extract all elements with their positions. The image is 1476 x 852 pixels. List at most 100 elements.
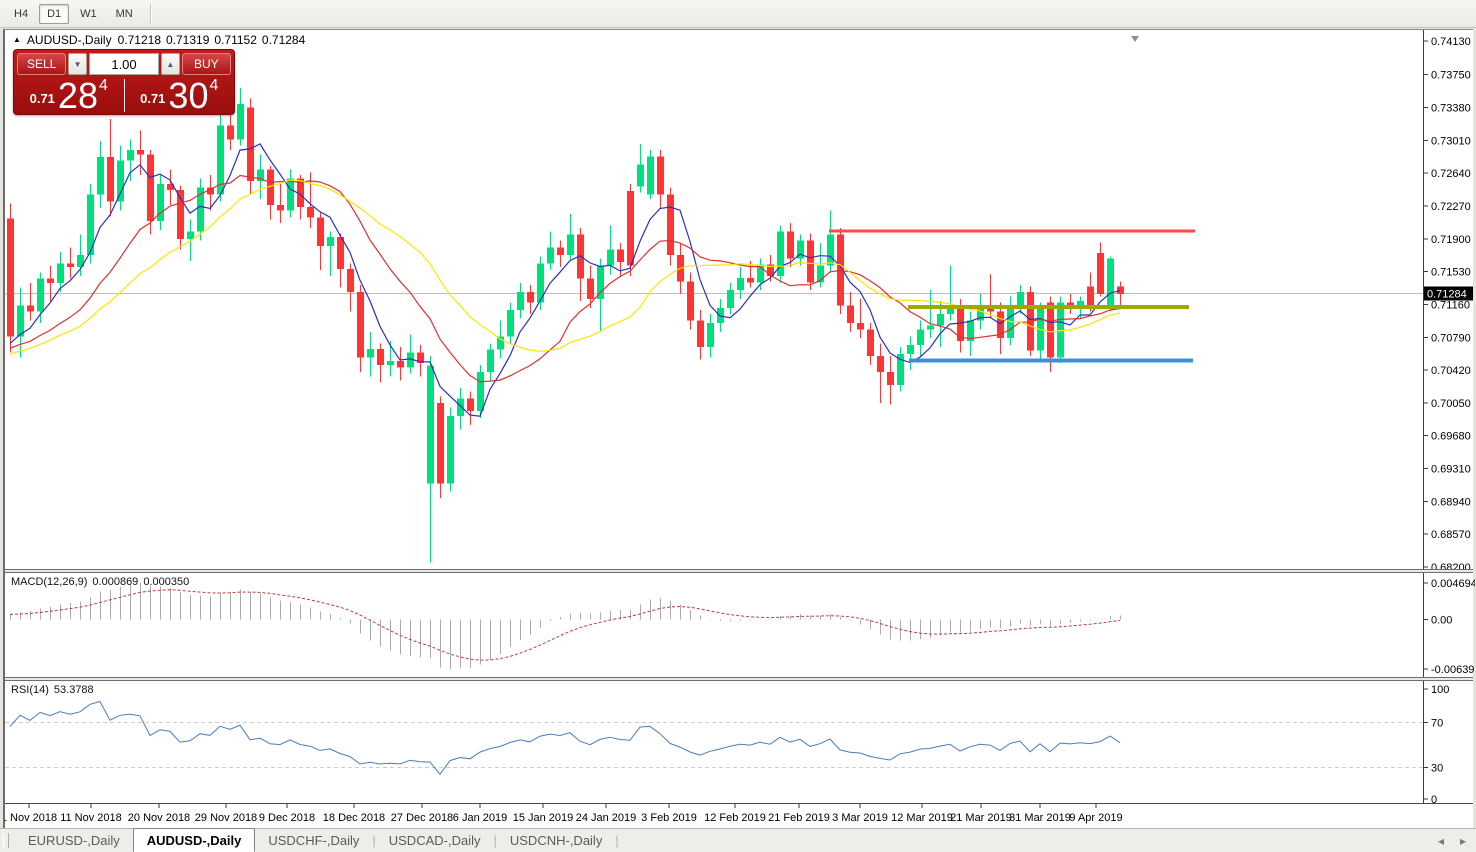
tab-scroll-right-icon[interactable]: ▸ (1460, 834, 1466, 848)
main-chart-pane: 0.74130 0.73750 0.73380 0.73010 0.72640 0.722… (5, 30, 1473, 569)
macd-axis-label: 0.00 (1431, 614, 1452, 626)
price-axis-label: 0.73010 (1431, 135, 1471, 147)
ohlc-high: 0.71319 (166, 33, 209, 47)
rsi-axis-label: 100 (1431, 684, 1449, 696)
buy-price-point: 4 (209, 77, 218, 94)
volume-increase-button[interactable]: ▲ (161, 53, 180, 75)
tab-scroll-left-icon[interactable]: ◂ (1438, 834, 1444, 848)
symbol-info-line: ▲ AUDUSD-,Daily 0.71218 0.71319 0.71152 … (13, 33, 305, 47)
date-axis-label: 18 Dec 2018 (323, 812, 385, 824)
volume-input[interactable] (89, 53, 159, 75)
sell-price-prefix: 0.71 (30, 91, 55, 106)
ohlc-low: 0.71152 (214, 33, 257, 47)
hline-resistance[interactable] (829, 229, 1195, 232)
date-axis-label: 3 Mar 2019 (832, 812, 888, 824)
price-axis-label: 0.70790 (1431, 332, 1471, 344)
hline-pivot[interactable] (908, 305, 1189, 309)
macd-label: MACD(12,26,9) 0.000869 0.000350 (11, 576, 189, 588)
volume-decrease-button[interactable]: ▼ (68, 53, 87, 75)
rsi-line (10, 702, 1120, 775)
price-axis-label: 0.71900 (1431, 234, 1471, 246)
price-axis-label: 0.71530 (1431, 267, 1471, 279)
buy-price-pips: 30 (168, 79, 208, 112)
date-axis-label: 31 Mar 2019 (1009, 812, 1071, 824)
price-axis-label: 0.69310 (1431, 464, 1471, 476)
ohlc-close: 0.71284 (262, 33, 305, 47)
ohlc-open: 0.71218 (118, 33, 161, 47)
macd-pane: 0.004694 0.00 -0.00639 MACD(12,26,9) 0.000… (5, 573, 1473, 677)
sell-price-point: 4 (99, 77, 108, 94)
macd-axis-label: 0.004694 (1431, 578, 1475, 590)
chart-tab-usdchf[interactable]: USDCHF-,Daily (255, 829, 372, 852)
panel-collapse-icon[interactable]: ▲ (13, 36, 21, 44)
date-axis-label: 1 Nov 2018 (5, 812, 57, 824)
rsi-axis-label: 70 (1431, 718, 1443, 730)
price-axis-label: 0.71160 (1431, 299, 1470, 311)
price-axis-label: 0.73750 (1431, 70, 1471, 82)
date-axis-label: 3 Feb 2019 (641, 812, 697, 824)
chart-tab-audusd[interactable]: AUDUSD-,Daily (133, 828, 256, 852)
buy-button[interactable]: BUY (182, 53, 231, 75)
buy-price-prefix: 0.71 (140, 91, 165, 106)
macd-axis-label: -0.00639 (1431, 664, 1474, 676)
price-axis-label: 0.72640 (1431, 168, 1471, 180)
price-axis-label: 0.69680 (1431, 431, 1471, 443)
sell-button[interactable]: SELL (17, 53, 66, 75)
chart-tab-eurusd[interactable]: EURUSD-,Daily (15, 829, 133, 852)
date-axis-label: 24 Jan 2019 (576, 812, 637, 824)
period-button-d1[interactable]: D1 (39, 4, 69, 24)
ma-mid-line (10, 176, 1120, 382)
price-axis-label: 0.70050 (1431, 398, 1471, 410)
toolbar-separator (150, 4, 152, 24)
date-axis-label: 12 Mar 2019 (891, 812, 953, 824)
chart-tab-usdcnh[interactable]: USDCNH-,Daily (497, 829, 615, 852)
date-axis-label: 6 Jan 2019 (453, 812, 507, 824)
rsi-value: 53.3788 (54, 684, 94, 696)
chart-tab-usdcad[interactable]: USDCAD-,Daily (376, 829, 494, 852)
rsi-canvas[interactable]: 100 70 30 0 (5, 681, 1475, 803)
rsi-axis-label: 30 (1431, 762, 1443, 774)
rsi-axis-label: 0 (1431, 794, 1437, 803)
price-axis-label: 0.70420 (1431, 365, 1471, 377)
date-axis-label: 15 Jan 2019 (513, 812, 574, 824)
chart-tab-bar: EURUSD-,DailyAUDUSD-,DailyUSDCHF-,Daily |… (0, 828, 1476, 852)
sell-price-pips: 28 (58, 79, 98, 112)
one-click-trading-panel: SELL ▼ ▲ BUY 0.71 28 4 0.71 30 4 (13, 49, 235, 115)
period-button-mn[interactable]: MN (108, 4, 141, 24)
date-axis-label: 11 Nov 2018 (60, 812, 122, 824)
date-axis-label: 21 Mar 2019 (950, 812, 1012, 824)
chart-window: 0.74130 0.73750 0.73380 0.73010 0.72640 0.722… (3, 29, 1473, 828)
symbol-title: AUDUSD-,Daily (27, 33, 112, 47)
macd-value-main: 0.000869 (92, 576, 138, 588)
date-axis-label: 27 Dec 2018 (391, 812, 453, 824)
price-axis-label: 0.74130 (1431, 36, 1471, 48)
macd-value-signal: 0.000350 (143, 576, 189, 588)
rsi-pane: 100 70 30 0 RSI(14) 53.3788 (5, 681, 1473, 803)
date-axis-label: 12 Feb 2019 (704, 812, 766, 824)
period-button-w1[interactable]: W1 (72, 4, 105, 24)
buy-price-display[interactable]: 0.71 30 4 (125, 77, 235, 114)
period-toolbar: H4D1W1MN (0, 0, 1476, 28)
candlesticks (7, 88, 1124, 563)
date-axis-label: 20 Nov 2018 (128, 812, 190, 824)
tab-separator: | (615, 829, 618, 852)
ma-fast-line (10, 144, 1120, 416)
period-button-h4[interactable]: H4 (6, 4, 36, 24)
tab-bar-grip (3, 833, 9, 848)
chart-shift-marker-icon[interactable] (1131, 36, 1139, 42)
date-axis-canvas: 1 Nov 201811 Nov 2018 20 Nov 2018 29 Nov 2… (5, 804, 1475, 830)
sell-price-display[interactable]: 0.71 28 4 (14, 77, 124, 114)
date-axis-label: 29 Nov 2018 (195, 812, 257, 824)
price-axis-label: 0.68200 (1431, 562, 1471, 569)
price-axis-label: 0.73380 (1431, 103, 1471, 115)
date-axis-label: 21 Feb 2019 (768, 812, 830, 824)
date-axis-label: 9 Dec 2018 (259, 812, 315, 824)
price-axis-label: 0.68570 (1431, 529, 1471, 541)
macd-canvas[interactable]: 0.004694 0.00 -0.00639 (5, 573, 1475, 677)
rsi-label: RSI(14) 53.3788 (11, 684, 94, 696)
hline-support[interactable] (909, 358, 1193, 362)
price-axis-label: 0.68940 (1431, 496, 1471, 508)
price-axis-label: 0.72270 (1431, 201, 1471, 213)
macd-signal-line (10, 590, 1120, 660)
date-axis-label: 9 Apr 2019 (1069, 812, 1122, 824)
